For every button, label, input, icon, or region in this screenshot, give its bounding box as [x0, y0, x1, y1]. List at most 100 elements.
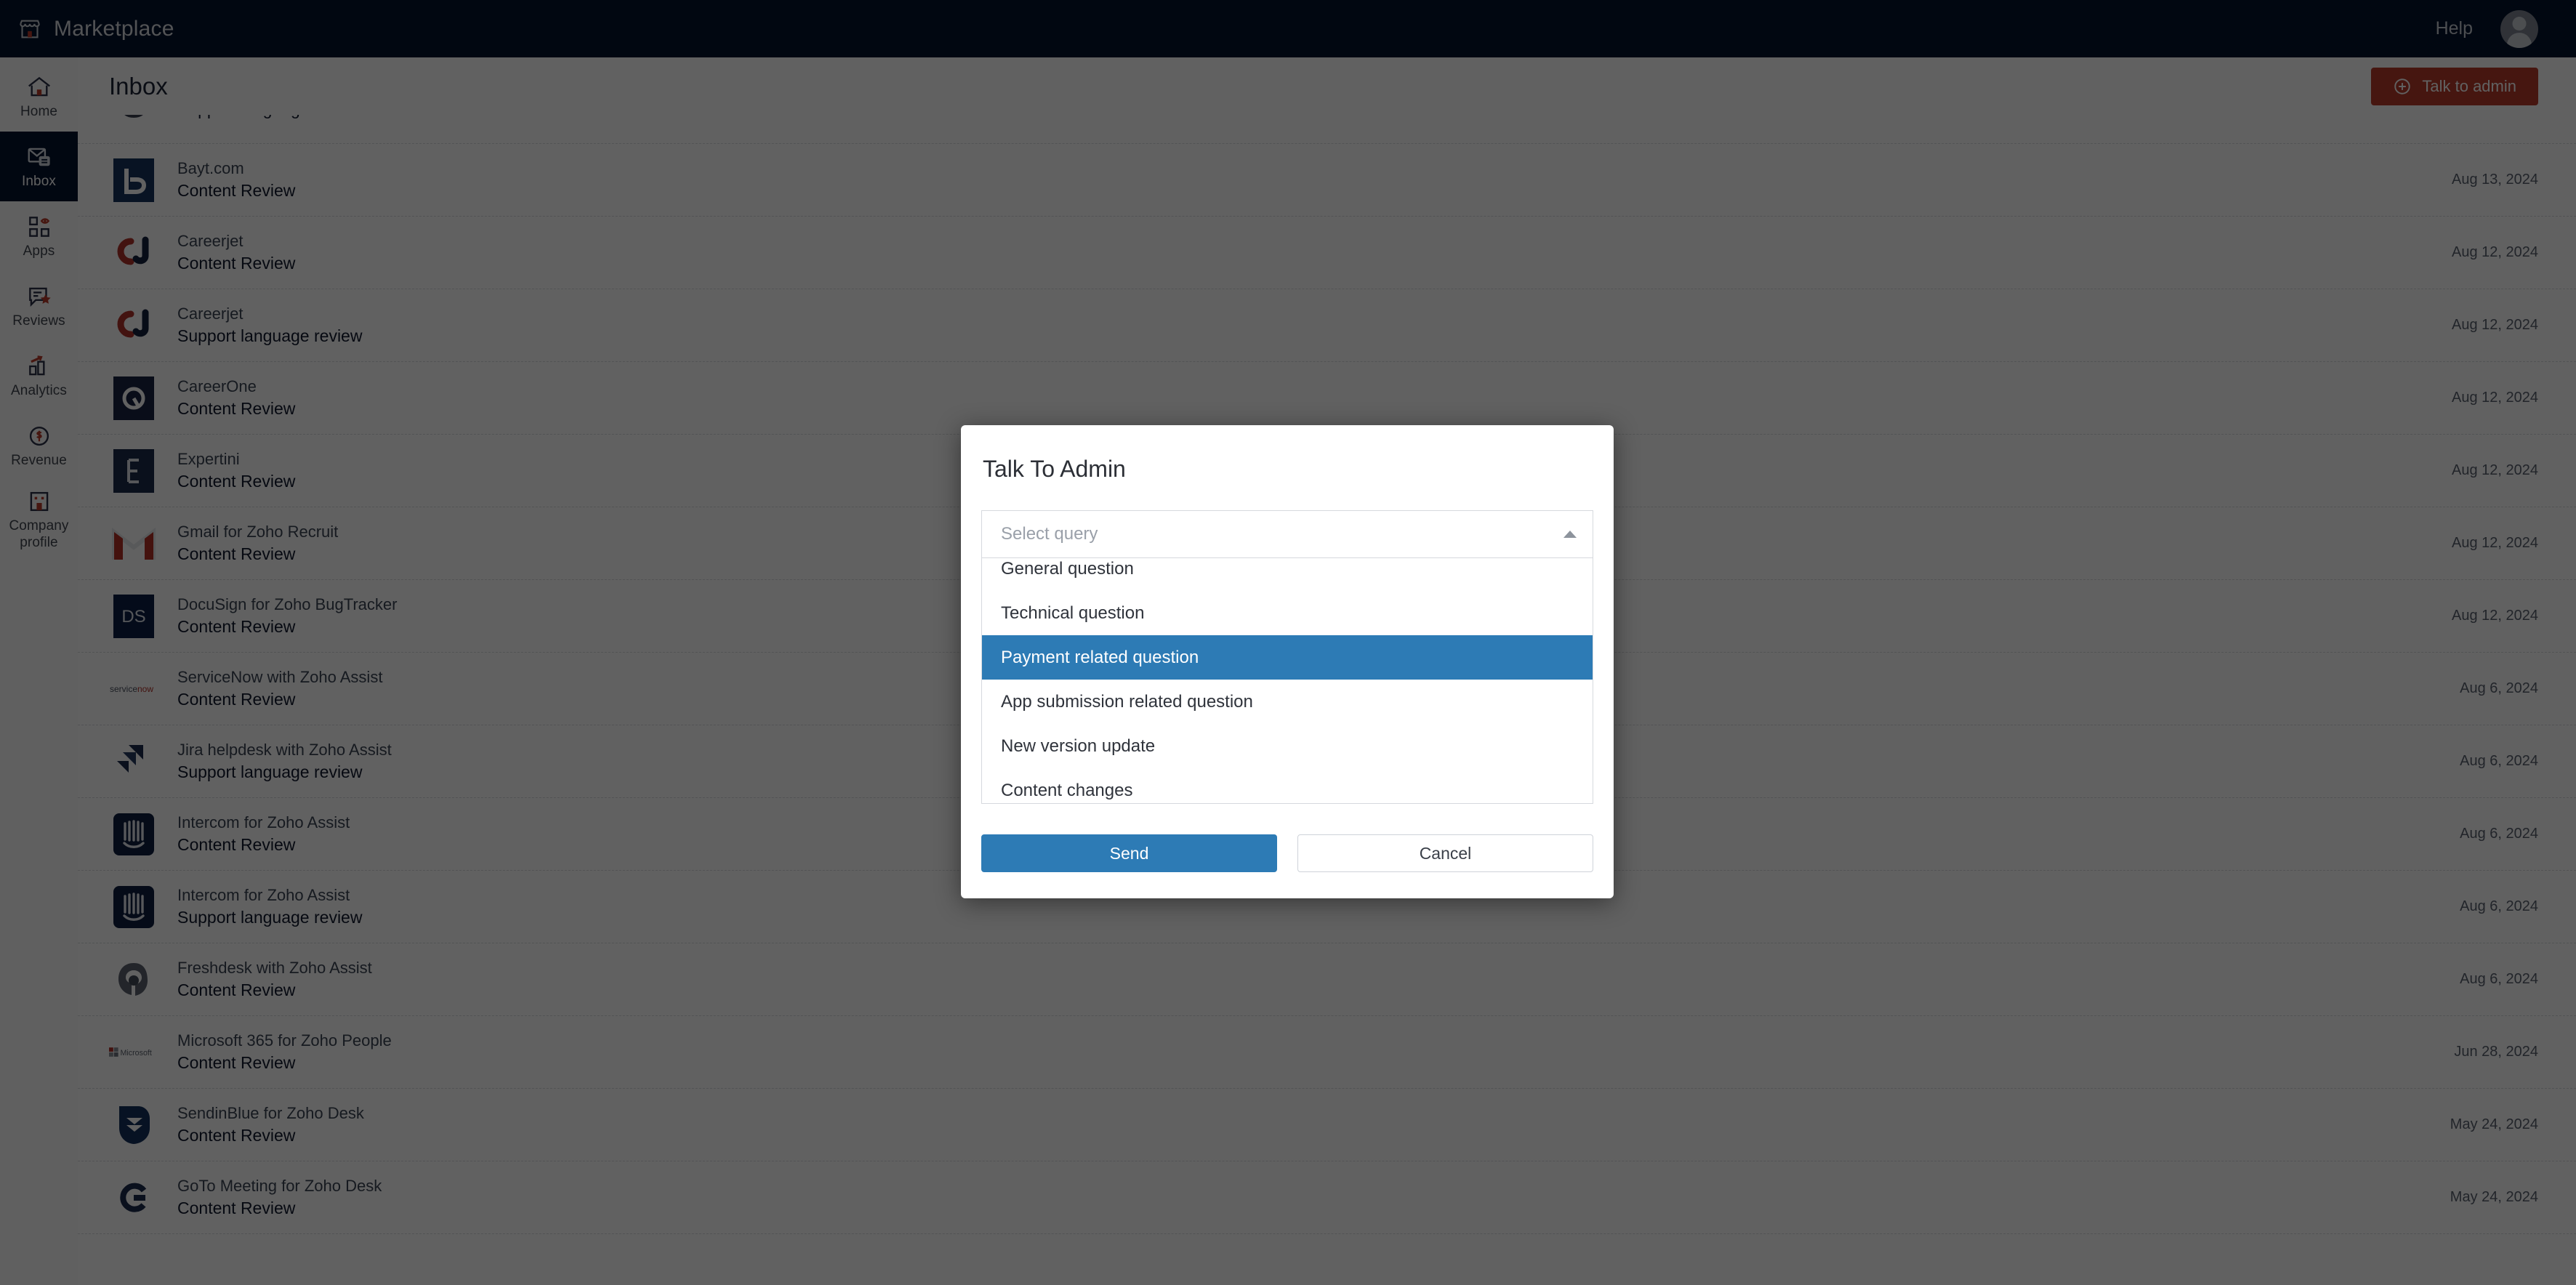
row-review-type: Support language review: [177, 907, 363, 927]
row-review-type: Content Review: [177, 544, 296, 563]
chevron-up-icon[interactable]: [1563, 531, 1577, 538]
cancel-button[interactable]: Cancel: [1297, 834, 1593, 872]
sidebar: Home Inbox Apps Reviews Analytics Revenu…: [0, 57, 78, 1285]
sidebar-item-revenue[interactable]: Revenue: [0, 411, 78, 480]
page-header: Inbox Talk to admin: [78, 57, 2576, 115]
query-option[interactable]: New version update: [982, 724, 1593, 768]
partial-top-row-icon: [109, 115, 158, 132]
row-app-name: GoTo Meeting for Zoho Desk: [177, 1176, 382, 1195]
query-options-list[interactable]: General question Technical question Paym…: [981, 558, 1593, 804]
talk-to-admin-label: Talk to admin: [2422, 76, 2516, 95]
query-select-control[interactable]: Select query: [981, 510, 1593, 558]
microsoft-logo: Microsoft: [109, 1028, 158, 1077]
intercom-logo: [109, 810, 158, 859]
avatar[interactable]: [2500, 9, 2538, 48]
brand[interactable]: Marketplace: [17, 17, 174, 41]
row-review-type: Support language review: [177, 326, 363, 345]
dialog-actions: Send Cancel: [961, 804, 1614, 884]
svg-text:Microsoft: Microsoft: [121, 1048, 152, 1057]
row-app-name: Bayt.com: [177, 158, 244, 177]
row-app-name: CareerOne: [177, 376, 257, 395]
row-app-name: Careerjet: [177, 304, 243, 323]
gmail-logo: [109, 519, 158, 568]
table-row[interactable]: Support language review: [78, 115, 2576, 144]
sidebar-item-label: Company profile: [9, 518, 69, 551]
row-date: Aug 13, 2024: [2452, 172, 2538, 188]
plus-circle-icon: [2393, 77, 2412, 96]
table-row[interactable]: Bayt.com Content Review Aug 13, 2024: [78, 144, 2576, 217]
storefront-icon: [17, 17, 42, 41]
sidebar-item-label: Reviews: [12, 313, 65, 329]
query-option[interactable]: General question: [982, 558, 1593, 591]
top-bar-right: Help: [2436, 9, 2538, 48]
row-app-name: Microsoft 365 for Zoho People: [177, 1031, 392, 1050]
sidebar-item-apps[interactable]: Apps: [0, 201, 78, 271]
row-app-name: Freshdesk with Zoho Assist: [177, 958, 372, 977]
careerjet-logo: [109, 301, 158, 350]
inbox-envelope-icon: [25, 143, 53, 168]
svg-text:service: service: [110, 684, 137, 694]
row-review-type: Content Review: [177, 1125, 296, 1145]
table-row[interactable]: Careerjet Content Review Aug 12, 2024: [78, 217, 2576, 289]
top-bar: Marketplace Help: [0, 0, 2576, 57]
sidebar-item-company-profile[interactable]: Company profile: [0, 480, 78, 558]
row-text: Intercom for Zoho Assist Content Review: [177, 813, 350, 854]
query-option[interactable]: App submission related question: [982, 680, 1593, 724]
row-text: Jira helpdesk with Zoho Assist Support l…: [177, 741, 392, 781]
row-text: Bayt.com Content Review: [177, 158, 296, 200]
table-row[interactable]: CareerOne Content Review Aug 12, 2024: [78, 362, 2576, 435]
query-option-selected[interactable]: Payment related question: [982, 635, 1593, 680]
row-date: Aug 12, 2024: [2452, 317, 2538, 333]
row-date: May 24, 2024: [2450, 1116, 2538, 1132]
brand-title: Marketplace: [54, 16, 174, 41]
sidebar-item-label: Inbox: [22, 173, 56, 189]
table-row[interactable]: SendinBlue for Zoho Desk Content Review …: [78, 1089, 2576, 1161]
row-review-type: Content Review: [177, 616, 296, 636]
row-review-type: Content Review: [177, 180, 296, 200]
row-app-name: Careerjet: [177, 231, 243, 250]
sidebar-item-reviews[interactable]: Reviews: [0, 271, 78, 341]
row-app-name: Jira helpdesk with Zoho Assist: [177, 740, 392, 759]
careerjet-logo: [109, 228, 158, 278]
table-row[interactable]: Freshdesk with Zoho Assist Content Revie…: [78, 943, 2576, 1016]
sidebar-item-label: Home: [20, 103, 58, 119]
analytics-bar-icon: [25, 353, 53, 377]
sendinblue-logo: [109, 1100, 158, 1150]
docusign-logo: DS: [109, 592, 158, 641]
sidebar-item-label: Analytics: [11, 382, 67, 398]
query-option[interactable]: Content changes: [982, 768, 1593, 803]
goto-logo: [109, 1173, 158, 1222]
row-review-type: Content Review: [177, 471, 296, 491]
help-link[interactable]: Help: [2436, 18, 2473, 39]
send-button[interactable]: Send: [981, 834, 1277, 872]
home-icon: [25, 73, 53, 98]
talk-to-admin-dialog: Talk To Admin Select query General quest…: [961, 425, 1614, 898]
careerone-logo: [109, 374, 158, 423]
row-date: Aug 12, 2024: [2452, 244, 2538, 260]
row-date: Aug 6, 2024: [2460, 971, 2538, 987]
sidebar-item-label: Revenue: [11, 452, 67, 468]
row-text: Expertini Content Review: [177, 450, 296, 491]
row-date: Aug 12, 2024: [2452, 535, 2538, 551]
row-text: DocuSign for Zoho BugTracker Content Rev…: [177, 595, 397, 636]
query-option[interactable]: Technical question: [982, 591, 1593, 635]
row-date: Aug 6, 2024: [2460, 680, 2538, 696]
sidebar-item-inbox[interactable]: Inbox: [0, 132, 78, 201]
table-row[interactable]: Microsoft Microsoft 365 for Zoho People …: [78, 1016, 2576, 1089]
row-review-type: Support language review: [177, 115, 362, 118]
row-text: Microsoft 365 for Zoho People Content Re…: [177, 1031, 392, 1072]
query-select-placeholder: Select query: [1001, 524, 1098, 544]
sidebar-item-analytics[interactable]: Analytics: [0, 341, 78, 411]
intercom-logo: [109, 882, 158, 932]
row-text: GoTo Meeting for Zoho Desk Content Revie…: [177, 1177, 382, 1217]
row-text: ServiceNow with Zoho Assist Content Revi…: [177, 668, 382, 709]
svg-text:now: now: [137, 684, 153, 694]
row-text: SendinBlue for Zoho Desk Content Review: [177, 1104, 364, 1145]
table-row[interactable]: GoTo Meeting for Zoho Desk Content Revie…: [78, 1161, 2576, 1234]
row-review-type: Content Review: [177, 1052, 296, 1072]
row-text: Careerjet Content Review: [177, 231, 295, 273]
table-row[interactable]: Careerjet Support language review Aug 12…: [78, 289, 2576, 362]
talk-to-admin-button[interactable]: Talk to admin: [2371, 67, 2538, 105]
row-app-name: Gmail for Zoho Recruit: [177, 522, 339, 541]
sidebar-item-home[interactable]: Home: [0, 62, 78, 132]
